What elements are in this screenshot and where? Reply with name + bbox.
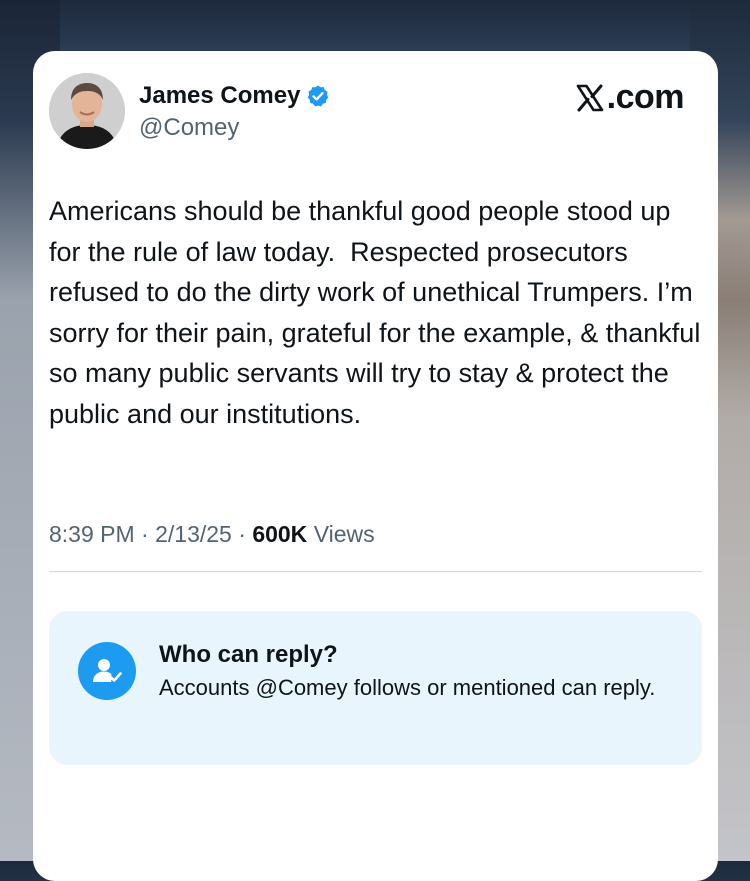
reply-settings-description: Accounts @Comey follows or mentioned can… xyxy=(159,675,656,700)
x-logo-icon xyxy=(575,83,605,113)
post-card: James Comey @Comey .com Americans should… xyxy=(33,51,718,881)
verified-badge-icon xyxy=(306,84,330,108)
avatar[interactable] xyxy=(49,73,125,149)
reply-settings-panel: Who can reply? Accounts @Comey follows o… xyxy=(49,611,702,765)
post-date[interactable]: 2/13/25 xyxy=(155,521,232,547)
reply-settings-title: Who can reply? xyxy=(159,641,338,668)
author-name[interactable]: James Comey xyxy=(139,82,330,110)
views-count[interactable]: 600K xyxy=(252,521,307,547)
divider xyxy=(49,571,702,572)
mentioned-user-icon xyxy=(78,642,136,700)
post-time[interactable]: 8:39 PM xyxy=(49,521,135,547)
meta-separator: · xyxy=(238,521,246,547)
author-name-text: James Comey xyxy=(139,82,301,109)
views-label: Views xyxy=(313,521,375,547)
brand-logo: .com xyxy=(575,78,685,117)
author-handle[interactable]: @Comey xyxy=(139,114,239,142)
post-text: Americans should be thankful good people… xyxy=(49,196,708,429)
brand-text: .com xyxy=(606,78,685,116)
post-meta: 8:39 PM · 2/13/25 · 600K Views xyxy=(49,521,375,548)
avatar-photo xyxy=(49,73,125,149)
meta-separator: · xyxy=(141,521,149,547)
